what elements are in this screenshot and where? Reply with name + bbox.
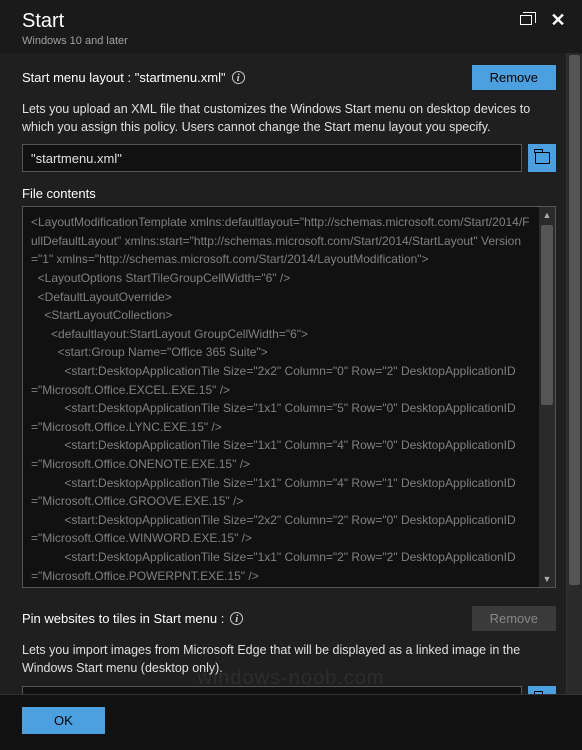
scroll-down-icon[interactable]: ▼ — [539, 571, 555, 587]
folder-icon — [535, 694, 550, 695]
panel-scrollbar[interactable] — [566, 53, 582, 694]
pin-file-input[interactable] — [22, 686, 522, 695]
pin-websites-label: Pin websites to tiles in Start menu : i — [22, 611, 243, 626]
start-layout-description: Lets you upload an XML file that customi… — [22, 100, 556, 136]
titlebar: Start Windows 10 and later ✕ — [0, 0, 582, 53]
ok-button[interactable]: OK — [22, 707, 105, 734]
browse-layout-button[interactable] — [528, 144, 556, 172]
close-button[interactable]: ✕ — [548, 10, 568, 30]
textarea-scrollthumb[interactable] — [541, 225, 553, 405]
file-contents-text: <LayoutModificationTemplate xmlns:defaul… — [23, 207, 539, 587]
info-icon[interactable]: i — [230, 612, 243, 625]
scroll-up-icon[interactable]: ▲ — [539, 207, 555, 223]
folder-icon — [535, 152, 550, 164]
remove-layout-button[interactable]: Remove — [472, 65, 556, 90]
content-pane: Start menu layout : "startmenu.xml" i Re… — [0, 53, 566, 694]
footer: OK — [0, 694, 582, 750]
textarea-scrollbar[interactable]: ▲ ▼ — [539, 207, 555, 587]
remove-pin-button: Remove — [472, 606, 556, 631]
info-icon[interactable]: i — [232, 71, 245, 84]
pin-websites-description: Lets you import images from Microsoft Ed… — [22, 641, 556, 677]
layout-file-input[interactable] — [22, 144, 522, 172]
browse-pin-button[interactable] — [528, 686, 556, 695]
page-title: Start — [22, 10, 128, 33]
file-contents-textarea[interactable]: <LayoutModificationTemplate xmlns:defaul… — [22, 206, 556, 588]
close-icon: ✕ — [550, 11, 565, 29]
restore-icon — [520, 15, 532, 25]
file-contents-label: File contents — [22, 186, 556, 201]
panel-scrollthumb[interactable] — [569, 55, 580, 585]
restore-button[interactable] — [516, 10, 536, 30]
start-layout-label: Start menu layout : "startmenu.xml" i — [22, 70, 245, 85]
page-subtitle: Windows 10 and later — [22, 35, 128, 47]
